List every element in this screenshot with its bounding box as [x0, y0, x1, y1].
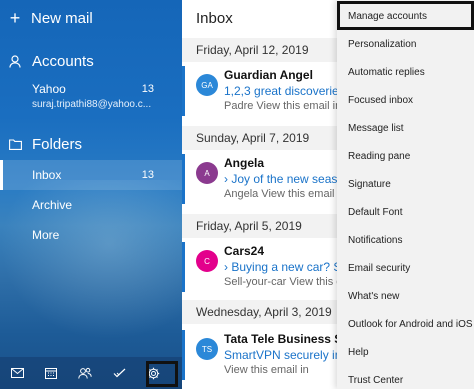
settings-flyout: Manage accounts Personalization Automati… [337, 0, 474, 389]
message-subject-text: Joy of the new season [231, 172, 351, 186]
settings-signature[interactable]: Signature [348, 179, 391, 190]
account-name: Yahoo [32, 82, 66, 96]
message-subject: › Buying a new car? Sel [224, 260, 351, 274]
new-mail-label: New mail [31, 9, 93, 27]
settings-message-list[interactable]: Message list [348, 123, 404, 134]
settings-trust-center[interactable]: Trust Center [348, 375, 403, 386]
account-unread-count: 13 [141, 83, 154, 95]
settings-focused-inbox[interactable]: Focused inbox [348, 95, 413, 106]
manage-accounts-highlight-box [337, 1, 474, 30]
todo-check-icon[interactable] [102, 357, 136, 389]
sender-avatar: GA [196, 74, 218, 96]
settings-highlight-box [146, 361, 178, 387]
folder-title: Inbox [196, 10, 233, 27]
message-preview: Padre View this email in [224, 100, 342, 112]
folder-label: Inbox [32, 168, 62, 182]
account-yahoo[interactable]: Yahoo suraj.tripathi88@yahoo.c... 13 [0, 80, 182, 114]
settings-automatic-replies[interactable]: Automatic replies [348, 67, 425, 78]
sender-avatar: C [196, 250, 218, 272]
message-preview: Sell-your-car View this e [224, 276, 343, 288]
person-icon [8, 54, 22, 68]
folder-inbox[interactable]: Inbox 13 [0, 160, 182, 190]
message-sender: Cars24 [224, 244, 265, 258]
settings-personalization[interactable]: Personalization [348, 39, 416, 50]
message-subject: SmartVPN securely inte [224, 348, 352, 362]
account-email: suraj.tripathi88@yahoo.c... [32, 99, 152, 110]
settings-help[interactable]: Help [348, 347, 369, 358]
settings-email-security[interactable]: Email security [348, 263, 410, 274]
folders-label: Folders [32, 135, 83, 153]
folder-label: Archive [32, 198, 73, 212]
message-subject-text: Buying a new car? Sel [231, 260, 351, 274]
message-sender: Guardian Angel [224, 68, 313, 82]
new-mail-button[interactable]: + New mail [0, 6, 182, 30]
settings-reading-pane[interactable]: Reading pane [348, 151, 410, 162]
sender-avatar: TS [196, 338, 218, 360]
settings-outlook-mobile[interactable]: Outlook for Android and iOS [348, 319, 473, 330]
message-preview: Angela View this email in [224, 188, 347, 200]
folder-archive[interactable]: Archive [0, 190, 182, 220]
settings-notifications[interactable]: Notifications [348, 235, 402, 246]
folder-unread-count: 13 [141, 169, 154, 181]
mail-icon[interactable] [0, 357, 34, 389]
calendar-icon[interactable] [34, 357, 68, 389]
folder-icon [8, 137, 22, 151]
message-subject: 1,2,3 great discoveries a [224, 84, 355, 98]
message-sender: Angela [224, 156, 265, 170]
plus-icon: + [9, 7, 21, 28]
people-icon[interactable] [68, 357, 102, 389]
message-preview: View this email in [224, 364, 309, 376]
settings-default-font[interactable]: Default Font [348, 207, 402, 218]
accounts-header[interactable]: Accounts [0, 50, 182, 72]
message-subject: › Joy of the new season [224, 172, 351, 186]
folder-more[interactable]: More [0, 220, 182, 250]
accounts-label: Accounts [32, 52, 94, 70]
folder-label: More [32, 228, 60, 242]
navigation-pane: + New mail Accounts Yahoo suraj.tripathi… [0, 0, 182, 389]
settings-whats-new[interactable]: What's new [348, 291, 399, 302]
folders-header[interactable]: Folders [0, 133, 182, 155]
sender-avatar: A [196, 162, 218, 184]
